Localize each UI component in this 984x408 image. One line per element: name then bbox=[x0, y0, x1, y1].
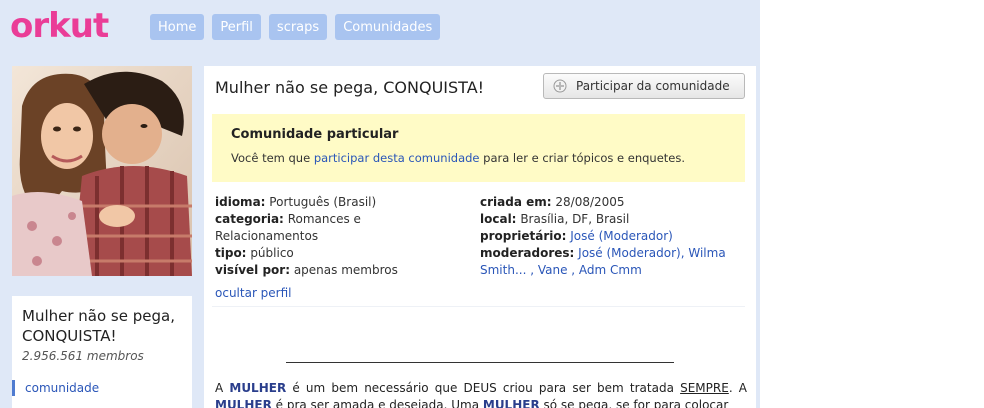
desc-word-4: MULHER bbox=[482, 398, 540, 408]
desc-part-1: A bbox=[215, 381, 230, 395]
info-location: local: Brasília, DF, Brasil bbox=[480, 211, 750, 228]
orkut-logo[interactable]: orkut bbox=[10, 6, 109, 46]
language-value: Português (Brasil) bbox=[269, 195, 377, 209]
couple-photo-image bbox=[12, 66, 192, 276]
divider bbox=[212, 306, 745, 307]
desc-word-3: MULHER bbox=[215, 398, 272, 408]
info-moderators: moderadores: José (Moderador), Wilma Smi… bbox=[480, 245, 750, 279]
join-community-link[interactable]: participar desta comunidade bbox=[314, 151, 480, 165]
sidebar-member-count: 2.956.561 membros bbox=[22, 349, 144, 363]
top-nav: Home Perfil scraps Comunidades bbox=[150, 14, 441, 40]
created-label: criada em: bbox=[480, 195, 552, 209]
nav-scraps-button[interactable]: scraps bbox=[268, 14, 328, 40]
type-value: público bbox=[250, 246, 294, 260]
desc-part-2: é um bem necessário que DEUS criou para … bbox=[286, 381, 681, 395]
info-category: categoria: Romances e Relacionamentos bbox=[215, 211, 465, 245]
visibility-value: apenas membros bbox=[293, 263, 398, 277]
desc-part-5: só se pega, se for para colocar bbox=[539, 398, 729, 408]
language-label: idioma: bbox=[215, 195, 266, 209]
desc-part-3: . A bbox=[728, 381, 747, 395]
page-title: Mulher não se pega, CONQUISTA! bbox=[215, 78, 485, 97]
community-info-left: idioma: Português (Brasil) categoria: Ro… bbox=[215, 194, 465, 279]
notice-text-after: para ler e criar tópicos e enquetes. bbox=[479, 151, 686, 165]
notice-text-before: Você tem que bbox=[231, 151, 314, 165]
sidebar-community-name: Mulher não se pega, CONQUISTA! bbox=[22, 307, 175, 345]
community-photo[interactable] bbox=[12, 66, 192, 276]
owner-label: proprietário: bbox=[480, 229, 567, 243]
notice-title: Comunidade particular bbox=[231, 127, 399, 142]
desc-part-4: é pra ser amada e desejada. Uma bbox=[271, 398, 483, 408]
blank-area bbox=[760, 0, 984, 408]
community-description: A MULHER é um bem necessário que DEUS cr… bbox=[215, 380, 747, 408]
owner-link[interactable]: José (Moderador) bbox=[570, 229, 673, 243]
join-community-button[interactable]: Participar da comunidade bbox=[543, 73, 745, 99]
type-label: tipo: bbox=[215, 246, 247, 260]
visibility-label: visível por: bbox=[215, 263, 290, 277]
desc-word-1: MULHER bbox=[229, 381, 287, 395]
info-owner: proprietário: José (Moderador) bbox=[480, 228, 750, 245]
location-value: Brasília, DF, Brasil bbox=[520, 212, 630, 226]
nav-communities-button[interactable]: Comunidades bbox=[335, 14, 441, 40]
private-community-notice: Comunidade particular Você tem que parti… bbox=[212, 114, 745, 182]
join-community-label: Participar da comunidade bbox=[576, 79, 730, 93]
nav-home-button[interactable]: Home bbox=[150, 14, 205, 40]
desc-word-2: SEMPRE bbox=[680, 381, 729, 395]
description-rule bbox=[286, 362, 674, 363]
notice-text: Você tem que participar desta comunidade… bbox=[231, 151, 685, 165]
hide-profile-link[interactable]: ocultar perfil bbox=[215, 286, 292, 300]
orkut-page: orkut Home Perfil scraps Comunidades Mul… bbox=[0, 0, 760, 408]
moderators-label: moderadores: bbox=[480, 246, 575, 260]
created-value: 28/08/2005 bbox=[555, 195, 625, 209]
community-main-panel: Mulher não se pega, CONQUISTA! Participa… bbox=[204, 66, 756, 408]
sidebar-item-community[interactable]: comunidade bbox=[12, 380, 99, 396]
location-label: local: bbox=[480, 212, 517, 226]
info-created: criada em: 28/08/2005 bbox=[480, 194, 750, 211]
community-info-right: criada em: 28/08/2005 local: Brasília, D… bbox=[480, 194, 750, 279]
nav-profile-button[interactable]: Perfil bbox=[212, 14, 261, 40]
info-language: idioma: Português (Brasil) bbox=[215, 194, 465, 211]
info-type: tipo: público bbox=[215, 245, 465, 262]
add-person-icon bbox=[552, 78, 570, 94]
category-label: categoria: bbox=[215, 212, 284, 226]
community-sidebar-card: Mulher não se pega, CONQUISTA! 2.956.561… bbox=[12, 296, 192, 408]
info-visibility: visível por: apenas membros bbox=[215, 262, 465, 279]
